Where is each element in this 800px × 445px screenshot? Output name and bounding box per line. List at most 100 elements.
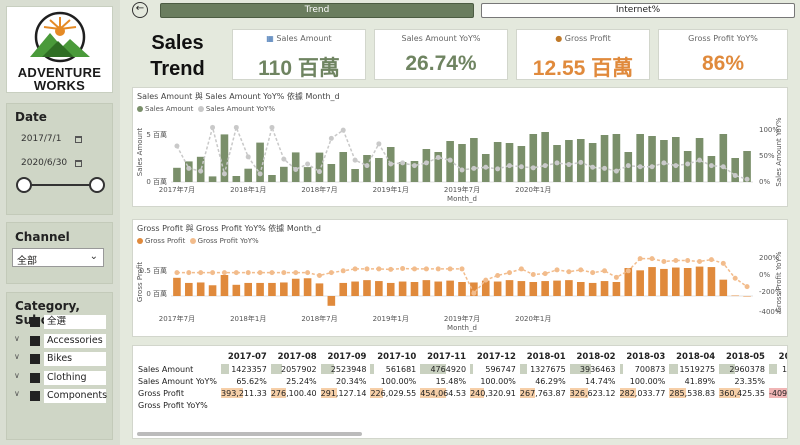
chart-point: [744, 284, 750, 290]
chart-point: [530, 165, 536, 171]
table-column-header[interactable]: 2018-01: [518, 350, 568, 363]
table-column-header[interactable]: 2017-07: [219, 350, 269, 363]
chart-bar: [208, 176, 217, 182]
chevron-down-icon[interactable]: ∨: [14, 371, 20, 380]
chart-bar: [470, 138, 478, 182]
chart-point: [233, 124, 239, 130]
tab-internet[interactable]: Internet%: [481, 3, 795, 18]
chart-point: [447, 157, 453, 163]
table-cell-value: 291,127.14: [320, 388, 367, 398]
calendar-icon[interactable]: [75, 160, 82, 167]
table-cell: [717, 399, 767, 411]
back-arrow-icon[interactable]: ←: [132, 2, 148, 18]
chart-point: [340, 268, 346, 274]
table-cell-databar: [221, 364, 229, 374]
chart-bar: [517, 146, 526, 182]
chart-point: [269, 124, 275, 130]
table-cell-value: 360,425.35: [719, 388, 765, 398]
table-column-header[interactable]: 2018-03: [618, 350, 668, 363]
chevron-down-icon[interactable]: ∨: [14, 352, 20, 361]
chart-bar: [576, 282, 585, 296]
chart-bar: [232, 284, 241, 296]
chart-bar: [541, 281, 549, 296]
channel-dropdown-value: 全部: [17, 256, 37, 267]
kpi-label: ● Gross Profit: [555, 34, 611, 43]
table-cell: 3936463: [568, 363, 618, 375]
category-checkbox[interactable]: [30, 354, 40, 364]
table-column-header[interactable]: 2018-04: [667, 350, 717, 363]
table-column-header[interactable]: 2017-08: [269, 350, 319, 363]
chart-point: [400, 265, 406, 271]
table-cell-databar: [619, 364, 624, 374]
chart-bar: [695, 266, 704, 296]
kpi-value: 26.74%: [405, 52, 477, 75]
chevron-down-icon[interactable]: ∨: [14, 389, 20, 398]
category-checkbox[interactable]: [30, 372, 40, 383]
chart-point: [435, 266, 441, 272]
calendar-icon[interactable]: [75, 136, 82, 143]
page-title: Sales Trend: [130, 30, 225, 82]
category-checkbox[interactable]: [30, 335, 40, 346]
chart-bar: [683, 268, 692, 296]
x-tick-label: 2017年7月: [159, 185, 195, 194]
channel-dropdown[interactable]: 全部 ⌄: [12, 248, 104, 267]
chart-bar: [434, 281, 443, 296]
table-cell-value: 2960378: [729, 364, 765, 374]
chevron-down-icon[interactable]: ∨: [14, 334, 20, 343]
table-row-label: Gross Profit YoY%: [138, 400, 208, 410]
chart-bar: [256, 282, 264, 296]
table-column-header[interactable]: 2017-12: [468, 350, 518, 363]
date-start-input[interactable]: 2017/7/1: [21, 134, 61, 144]
table-column-header[interactable]: 2017-11: [418, 350, 468, 363]
table-cell: 285,538.83: [667, 387, 717, 399]
table-cell-value: 1327675: [530, 364, 566, 374]
table-column-header[interactable]: 2017-09: [319, 350, 369, 363]
table-cell: 454,064.53: [418, 387, 468, 399]
chart-bar: [505, 143, 514, 182]
table-cell-value: 46.29%: [535, 376, 566, 386]
chart-bar: [398, 281, 407, 296]
sales-combo-chart: 5 百萬0 百萬100%50%0%2017年7月 2018年1月 2018年7月 20…: [136, 117, 783, 203]
date-range-slider-start-handle[interactable]: [16, 177, 32, 193]
table-cell-value: 1423357: [231, 364, 267, 374]
table-cell: 240,320.91: [468, 387, 518, 399]
table-column-header[interactable]: 2018-05: [717, 350, 767, 363]
chart-point: [732, 172, 738, 178]
horizontal-scrollbar[interactable]: [137, 432, 362, 436]
table-column-header[interactable]: 2018-02: [568, 350, 618, 363]
table-cell-value: -409,305.23: [768, 388, 788, 398]
kpi-card-sales-amount: ▦ Sales Amount 110 百萬: [232, 29, 366, 80]
y-tick-label: 0 百萬: [146, 177, 167, 186]
table-cell: 1327675: [518, 363, 568, 375]
table-cell: 32.66%: [767, 375, 787, 387]
category-checkbox[interactable]: [30, 391, 40, 401]
date-range-slider-end-handle[interactable]: [89, 177, 105, 193]
chart-bar: [529, 282, 538, 296]
table-cell: [219, 399, 269, 411]
date-end-input[interactable]: 2020/6/30: [21, 158, 67, 168]
kpi-card-sales-yoy: Sales Amount YoY% 26.74%: [374, 29, 508, 80]
tab-trend[interactable]: Trend: [160, 3, 474, 18]
chart-bar: [458, 144, 466, 182]
chart-point: [423, 160, 429, 166]
chart-point: [305, 270, 311, 276]
table-cell: 25.24%: [269, 375, 319, 387]
table-column-header[interactable]: 2017-10: [368, 350, 418, 363]
table-column-header[interactable]: 2018-06: [767, 350, 787, 363]
chart-point: [257, 270, 263, 276]
mountain-sun-icon: [30, 11, 90, 63]
table-cell-value: 65.62%: [236, 376, 267, 386]
x-tick-label: 2018年1月: [230, 185, 266, 194]
chart-point: [376, 266, 382, 272]
x-tick-label: 2020年1月: [515, 314, 551, 323]
chart-point: [637, 256, 643, 262]
chart-bar: [648, 136, 656, 182]
chart-point: [578, 159, 584, 165]
table-corner: [136, 350, 219, 363]
chart-point: [685, 258, 691, 264]
chart-point: [649, 256, 655, 262]
chart-point: [685, 161, 691, 167]
category-checkbox[interactable]: [30, 317, 40, 327]
chart-bar: [291, 278, 300, 296]
chart-bar: [541, 132, 549, 182]
